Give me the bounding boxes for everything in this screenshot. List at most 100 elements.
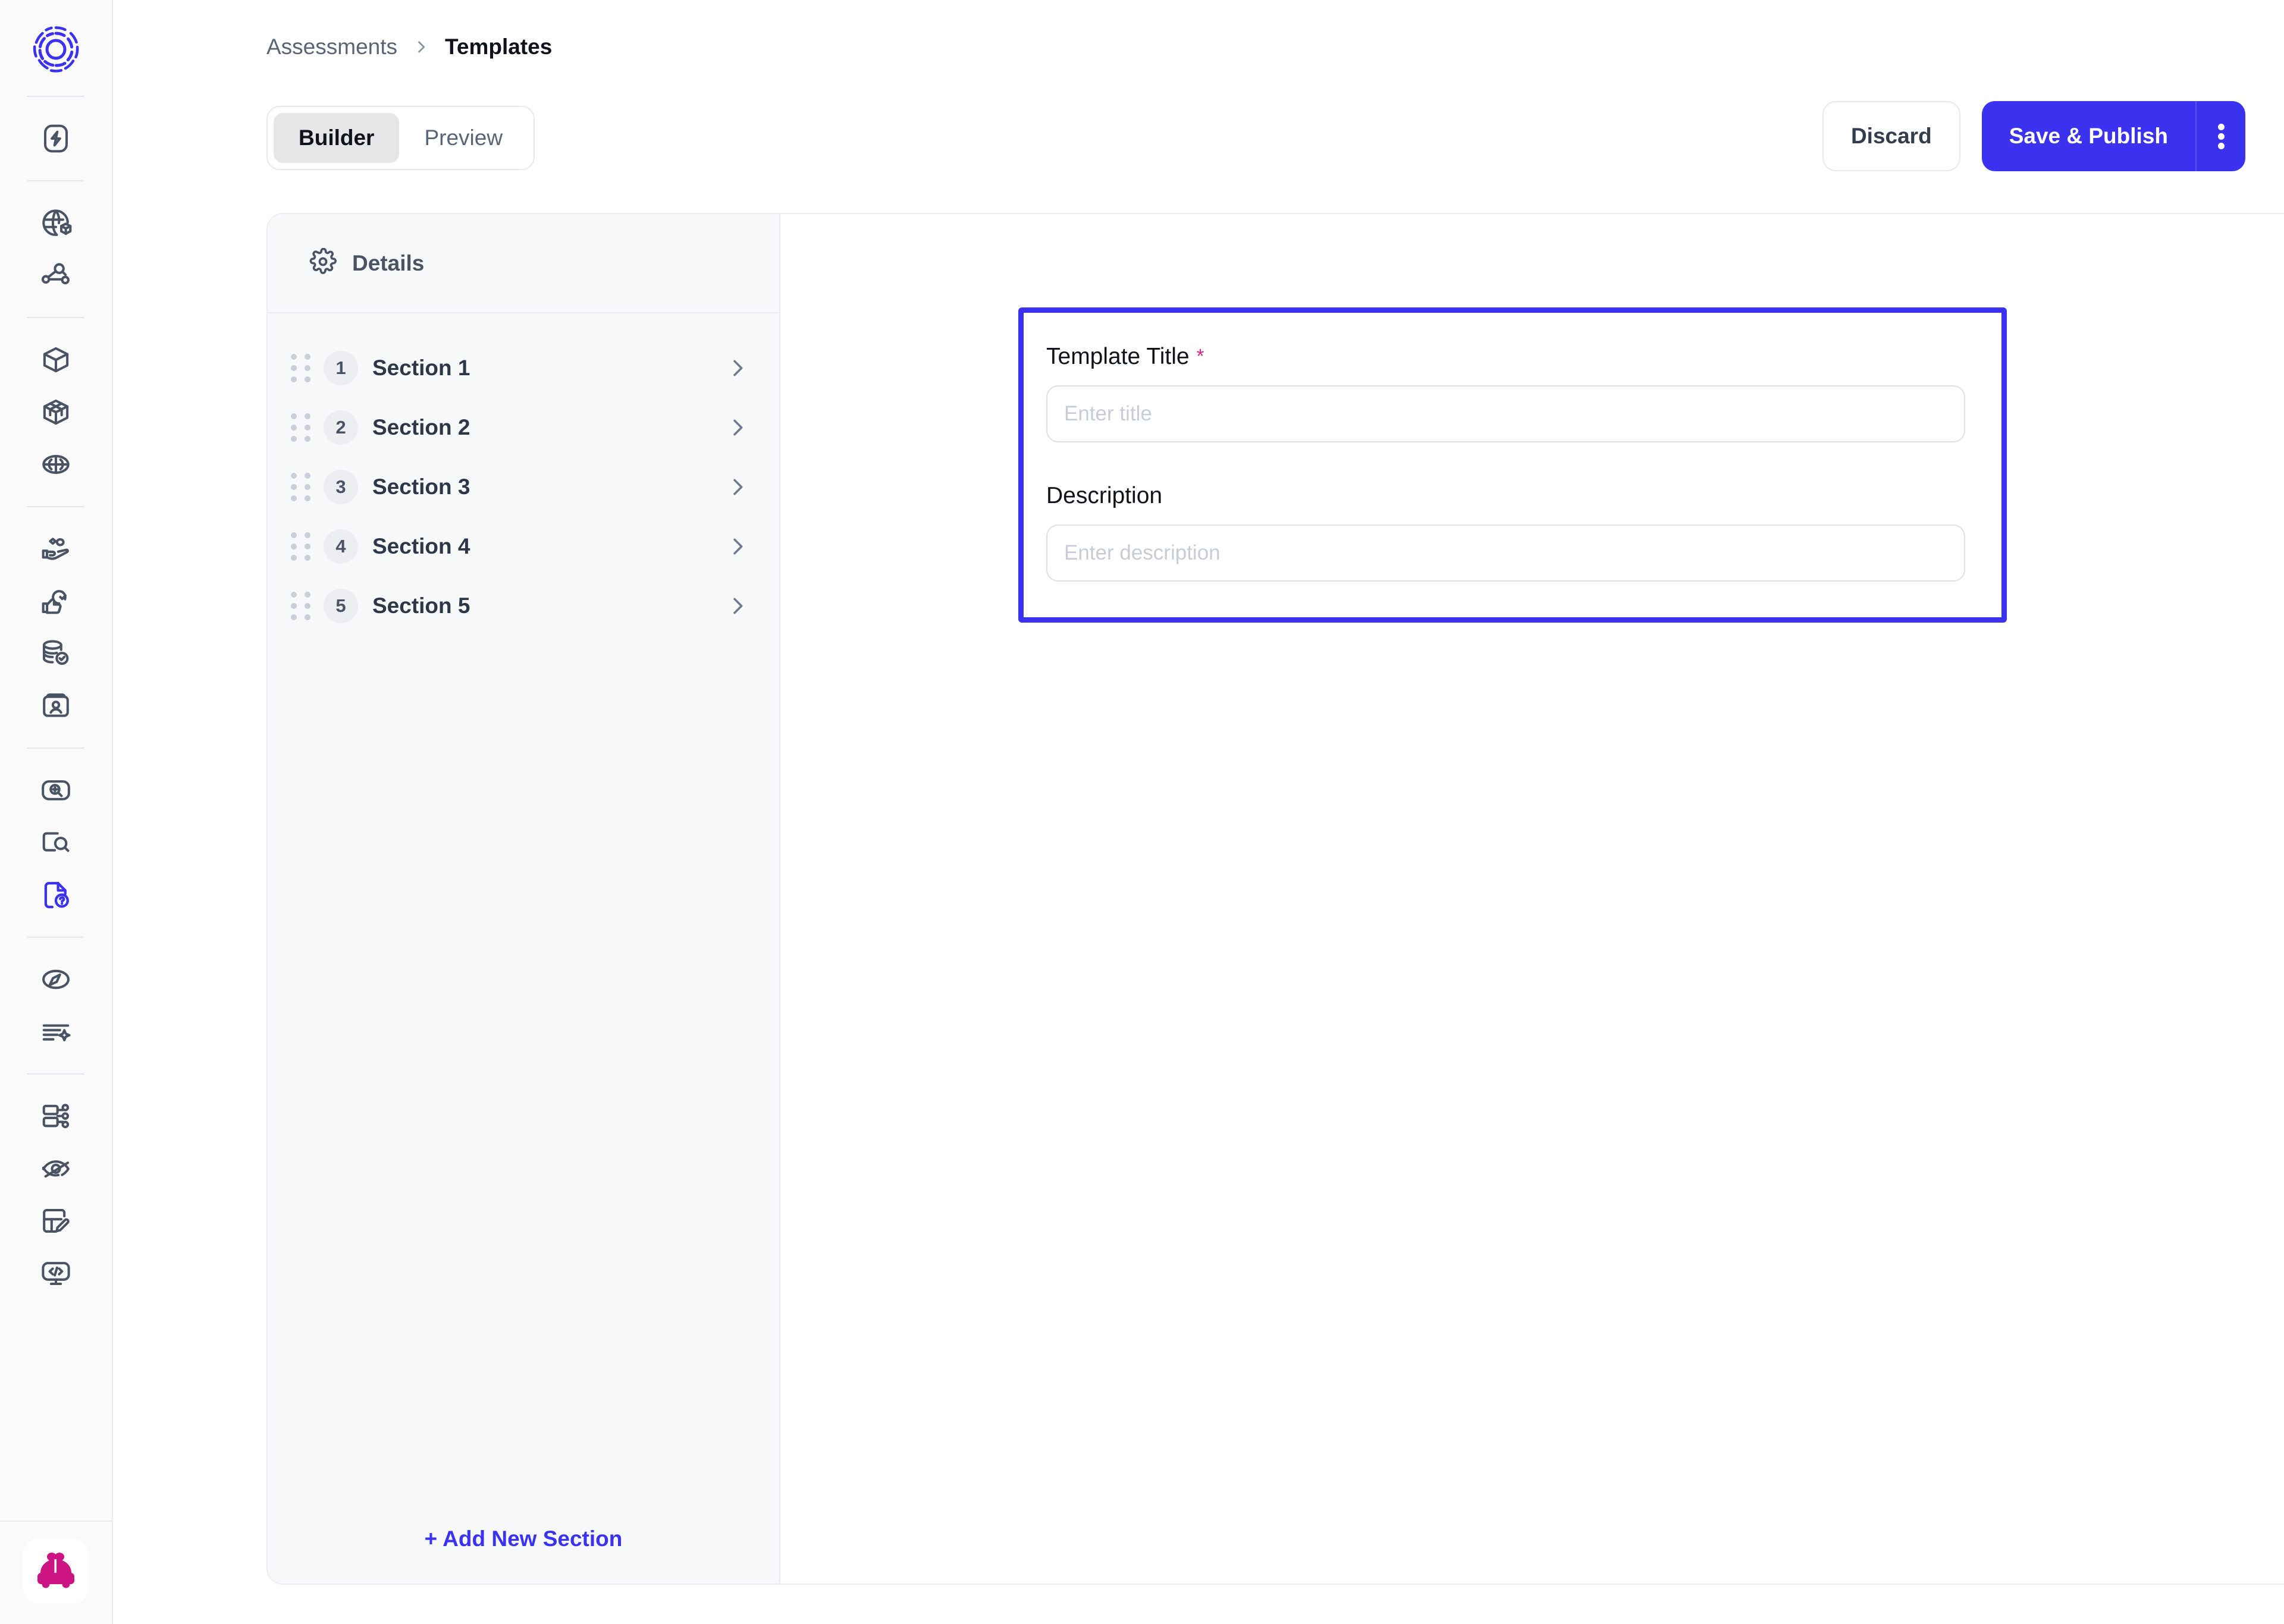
screen-search-icon [40, 774, 72, 806]
database-check-icon [40, 637, 72, 670]
template-title-input[interactable] [1046, 385, 1965, 442]
layout-edit-icon [40, 1205, 72, 1237]
builder-content: Template Title * Description [780, 214, 2284, 1584]
drag-handle-icon[interactable] [287, 533, 314, 560]
rail-group-1 [0, 112, 112, 165]
rail-group-3 [0, 334, 112, 491]
rail-divider [27, 180, 84, 181]
breadcrumb-parent[interactable]: Assessments [266, 34, 397, 59]
rail-group-4 [0, 523, 112, 732]
drag-handle-icon[interactable] [287, 414, 314, 441]
builder-card: Details 1 Section 1 [266, 213, 2284, 1585]
section-label: Section 1 [372, 356, 470, 381]
main-area: Assessments Templates Builder Preview Di… [113, 0, 2284, 1624]
sidebar-item-assessments[interactable] [26, 869, 86, 921]
code-monitor-icon [40, 1257, 72, 1289]
rail-group-5 [0, 764, 112, 921]
sidebar-item-approvals[interactable] [26, 575, 86, 627]
bolt-square-icon [40, 122, 72, 155]
description-input[interactable] [1046, 524, 1965, 582]
drag-handle-icon[interactable] [287, 354, 314, 382]
chevron-right-icon [413, 39, 429, 55]
section-number: 4 [324, 529, 358, 564]
sidebar-item-developer[interactable] [26, 1247, 86, 1299]
chevron-right-icon[interactable] [726, 416, 749, 439]
chevron-right-icon[interactable] [726, 535, 749, 558]
section-label: Section 2 [372, 415, 470, 440]
table-row[interactable]: 2 Section 2 [268, 398, 779, 457]
section-list: 1 Section 1 2 Section 2 [268, 313, 779, 1494]
server-nodes-icon [40, 1100, 72, 1132]
sidebar-item-assets[interactable] [26, 334, 86, 386]
hand-coins-icon [40, 533, 72, 565]
sidebar-item-automations[interactable] [26, 112, 86, 165]
sidebar-item-explore[interactable] [26, 953, 86, 1006]
sidebar-item-ai-summary[interactable] [26, 1006, 86, 1058]
template-details-form: Template Title * Description [1018, 307, 2007, 623]
sidebar-item-inspect[interactable] [26, 764, 86, 816]
builder-preview-tabgroup: Builder Preview [266, 106, 535, 170]
section-number: 2 [324, 410, 358, 445]
details-header[interactable]: Details [268, 214, 779, 313]
rail-divider [27, 1073, 84, 1075]
avatar[interactable] [23, 1538, 89, 1604]
compass-icon [40, 963, 72, 995]
node-search-icon [40, 259, 72, 291]
table-row[interactable]: 1 Section 1 [268, 338, 779, 398]
breadcrumb-current: Templates [445, 34, 552, 59]
sections-panel: Details 1 Section 1 [268, 214, 780, 1584]
template-title-field-group: Template Title * [1046, 344, 1979, 442]
gear-icon [309, 248, 337, 278]
sidebar-item-privacy[interactable] [26, 1142, 86, 1195]
app-logo[interactable] [25, 18, 87, 80]
tab-builder[interactable]: Builder [274, 113, 399, 163]
section-number: 1 [324, 351, 358, 385]
sidebar-item-discovery[interactable] [26, 249, 86, 301]
pink-car-avatar [33, 1547, 79, 1596]
rail-group-7 [0, 1090, 112, 1299]
sidebar-item-modules[interactable] [26, 386, 86, 438]
rail-bottom-divider [0, 1521, 112, 1522]
sidebar-item-data-quality[interactable] [26, 627, 86, 680]
thumbs-up-check-icon [40, 585, 72, 617]
id-card-icon [40, 690, 72, 722]
chevron-right-icon[interactable] [726, 475, 749, 499]
table-row[interactable]: 3 Section 3 [268, 457, 779, 517]
sidebar-item-audit[interactable] [26, 816, 86, 869]
tab-preview[interactable]: Preview [399, 113, 528, 163]
section-label: Section 3 [372, 475, 470, 500]
sidebar-item-infrastructure[interactable] [26, 1090, 86, 1142]
text-sparkle-icon [40, 1016, 72, 1048]
sidebar-item-network[interactable] [26, 438, 86, 491]
save-publish-button[interactable]: Save & Publish [1982, 101, 2195, 171]
template-title-label-text: Template Title [1046, 344, 1190, 370]
chevron-right-icon[interactable] [726, 356, 749, 380]
rail-divider [27, 96, 84, 97]
chevron-right-icon[interactable] [726, 594, 749, 618]
sidebar-item-finance[interactable] [26, 523, 86, 575]
cube-icon [40, 344, 72, 376]
toolbar-actions: Discard Save & Publish [1822, 101, 2245, 171]
description-field-group: Description [1046, 483, 1979, 582]
kebab-menu-icon [2218, 121, 2225, 152]
drag-handle-icon[interactable] [287, 473, 314, 501]
globe-orbit-icon [40, 448, 72, 480]
discard-button[interactable]: Discard [1822, 101, 1960, 171]
required-marker: * [1197, 346, 1204, 366]
template-title-label: Template Title * [1046, 344, 1979, 370]
table-row[interactable]: 5 Section 5 [268, 576, 779, 636]
save-publish-group: Save & Publish [1982, 101, 2245, 171]
add-new-section-button[interactable]: + Add New Section [268, 1494, 779, 1584]
rail-divider [27, 747, 84, 749]
section-label: Section 5 [372, 593, 470, 618]
publish-more-button[interactable] [2195, 101, 2245, 171]
sidebar-item-identity[interactable] [26, 680, 86, 732]
grid-cube-icon [40, 396, 72, 428]
sidebar-item-layouts[interactable] [26, 1195, 86, 1247]
description-label: Description [1046, 483, 1979, 509]
eye-off-icon [40, 1152, 72, 1185]
sidebar-item-global-catalog[interactable] [26, 197, 86, 249]
rail-divider [27, 506, 84, 507]
drag-handle-icon[interactable] [287, 592, 314, 620]
table-row[interactable]: 4 Section 4 [268, 517, 779, 576]
